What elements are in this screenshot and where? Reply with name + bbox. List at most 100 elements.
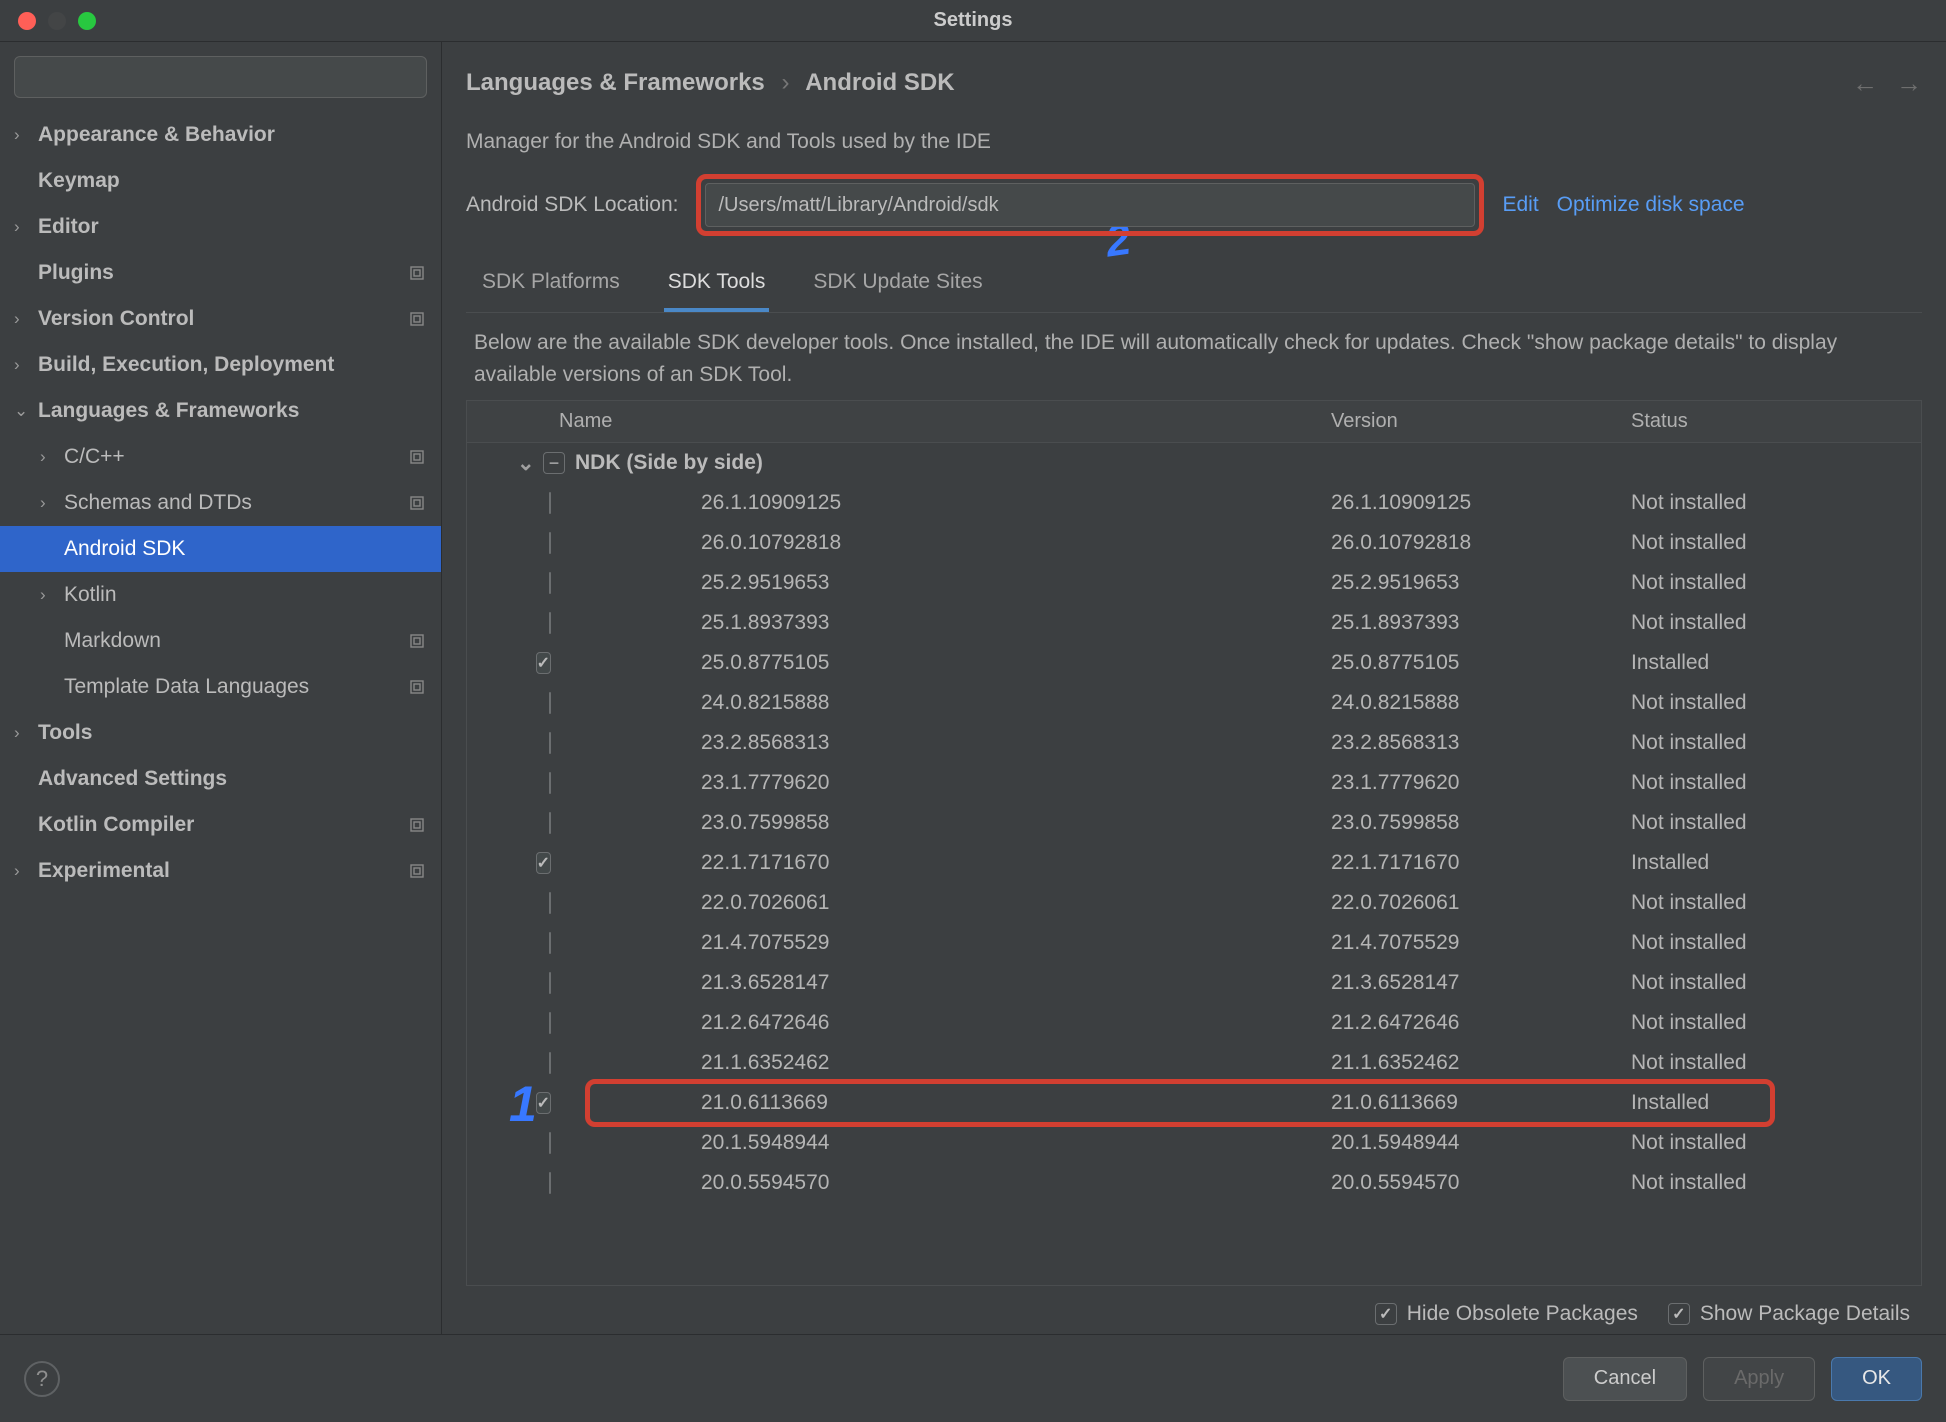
package-row[interactable]: 24.0.821588824.0.8215888Not installed <box>467 683 1921 723</box>
edit-link[interactable]: Edit <box>1502 193 1538 217</box>
sidebar-item-markdown[interactable]: Markdown <box>0 618 441 664</box>
package-row[interactable]: 23.2.856831323.2.8568313Not installed <box>467 723 1921 763</box>
package-version: 23.2.8568313 <box>1331 731 1631 755</box>
sidebar-item-android-sdk[interactable]: Android SDK <box>0 526 441 572</box>
chevron-right-icon: › <box>14 355 38 375</box>
sidebar-item-build-execution-deployment[interactable]: ›Build, Execution, Deployment <box>0 342 441 388</box>
sidebar-item-keymap[interactable]: Keymap <box>0 158 441 204</box>
hide-obsolete-checkbox[interactable]: Hide Obsolete Packages <box>1375 1302 1638 1326</box>
search-input[interactable] <box>14 56 427 98</box>
window-close-button[interactable] <box>18 12 36 30</box>
tab-sdk-update-sites[interactable]: SDK Update Sites <box>809 260 986 312</box>
sidebar-item-label: Editor <box>38 215 427 239</box>
sidebar-item-label: Advanced Settings <box>38 767 427 791</box>
sidebar-item-editor[interactable]: ›Editor <box>0 204 441 250</box>
package-group-label: NDK (Side by side) <box>575 451 763 475</box>
sidebar-item-appearance-behavior[interactable]: ›Appearance & Behavior <box>0 112 441 158</box>
package-name: 21.2.6472646 <box>551 1011 1331 1035</box>
chevron-right-icon: › <box>40 447 64 467</box>
sidebar-item-schemas-and-dtds[interactable]: ›Schemas and DTDs <box>0 480 441 526</box>
sidebar-item-template-data-languages[interactable]: Template Data Languages <box>0 664 441 710</box>
column-header-name[interactable]: Name <box>551 410 1331 433</box>
chevron-right-icon: › <box>14 309 38 329</box>
chevron-right-icon: › <box>14 217 38 237</box>
package-row[interactable]: 21.4.707552921.4.7075529Not installed <box>467 923 1921 963</box>
package-version: 23.0.7599858 <box>1331 811 1631 835</box>
nav-back-icon[interactable]: ← <box>1852 68 1878 99</box>
package-name: 24.0.8215888 <box>551 691 1331 715</box>
sidebar-item-label: Android SDK <box>64 537 427 561</box>
package-row[interactable]: 21.0.611366921.0.6113669Installed <box>467 1083 1921 1123</box>
package-row[interactable]: 25.1.893739325.1.8937393Not installed <box>467 603 1921 643</box>
nav-forward-icon[interactable]: → <box>1896 68 1922 99</box>
checkbox-icon <box>1375 1303 1397 1325</box>
sdk-location-label: Android SDK Location: <box>466 193 678 217</box>
sidebar-item-version-control[interactable]: ›Version Control <box>0 296 441 342</box>
package-version: 21.0.6113669 <box>1331 1091 1631 1115</box>
package-row[interactable]: 22.0.702606122.0.7026061Not installed <box>467 883 1921 923</box>
package-checkbox[interactable] <box>536 852 551 874</box>
sidebar-item-languages-frameworks[interactable]: ⌄Languages & Frameworks <box>0 388 441 434</box>
package-row[interactable]: 26.1.1090912526.1.10909125Not installed <box>467 483 1921 523</box>
package-version: 20.0.5594570 <box>1331 1171 1631 1195</box>
annotation-highlight-sdk-location <box>696 174 1484 236</box>
scope-icon <box>407 493 427 513</box>
package-version: 25.0.8775105 <box>1331 651 1631 675</box>
hide-obsolete-label: Hide Obsolete Packages <box>1407 1302 1638 1326</box>
package-row[interactable]: 20.1.594894420.1.5948944Not installed <box>467 1123 1921 1163</box>
package-row[interactable]: 26.0.1079281826.0.10792818Not installed <box>467 523 1921 563</box>
package-row[interactable]: 23.0.759985823.0.7599858Not installed <box>467 803 1921 843</box>
apply-button[interactable]: Apply <box>1703 1357 1815 1401</box>
package-row[interactable]: 23.1.777962023.1.7779620Not installed <box>467 763 1921 803</box>
sidebar-item-label: Plugins <box>38 261 407 285</box>
package-status: Not installed <box>1631 571 1921 595</box>
page-description: Manager for the Android SDK and Tools us… <box>466 130 1922 154</box>
package-version: 25.2.9519653 <box>1331 571 1631 595</box>
sidebar-item-c-c-[interactable]: ›C/C++ <box>0 434 441 480</box>
cancel-button[interactable]: Cancel <box>1563 1357 1687 1401</box>
sidebar-item-experimental[interactable]: ›Experimental <box>0 848 441 894</box>
breadcrumb-parent: Languages & Frameworks <box>466 69 765 96</box>
package-row[interactable]: 20.0.559457020.0.5594570Not installed <box>467 1163 1921 1203</box>
column-header-status[interactable]: Status <box>1631 410 1921 433</box>
sdk-location-input[interactable] <box>705 183 1475 227</box>
package-name: 22.0.7026061 <box>551 891 1331 915</box>
show-package-details-checkbox[interactable]: Show Package Details <box>1668 1302 1910 1326</box>
sidebar-item-kotlin[interactable]: ›Kotlin <box>0 572 441 618</box>
package-version: 21.3.6528147 <box>1331 971 1631 995</box>
window-minimize-button[interactable] <box>48 12 66 30</box>
package-checkbox[interactable] <box>536 652 551 674</box>
package-row[interactable]: 25.2.951965325.2.9519653Not installed <box>467 563 1921 603</box>
help-button[interactable]: ? <box>24 1361 60 1397</box>
titlebar: Settings <box>0 0 1946 42</box>
sidebar-item-kotlin-compiler[interactable]: Kotlin Compiler <box>0 802 441 848</box>
package-name: 20.1.5948944 <box>551 1131 1331 1155</box>
window-maximize-button[interactable] <box>78 12 96 30</box>
package-row[interactable]: 25.0.877510525.0.8775105Installed <box>467 643 1921 683</box>
chevron-right-icon: › <box>771 69 799 96</box>
package-version: 25.1.8937393 <box>1331 611 1631 635</box>
indeterminate-checkbox-icon[interactable]: − <box>543 452 565 474</box>
ok-button[interactable]: OK <box>1831 1357 1922 1401</box>
package-status: Not installed <box>1631 531 1921 555</box>
package-row[interactable]: 21.1.635246221.1.6352462Not installed <box>467 1043 1921 1083</box>
column-header-version[interactable]: Version <box>1331 410 1631 433</box>
package-row[interactable]: 22.1.717167022.1.7171670Installed <box>467 843 1921 883</box>
tab-sdk-tools[interactable]: SDK Tools <box>664 260 770 312</box>
sidebar-item-plugins[interactable]: Plugins <box>0 250 441 296</box>
package-row[interactable]: 21.2.647264621.2.6472646Not installed <box>467 1003 1921 1043</box>
tab-sdk-platforms[interactable]: SDK Platforms <box>478 260 624 312</box>
package-version: 26.1.10909125 <box>1331 491 1631 515</box>
package-group-row[interactable]: ⌄ − NDK (Side by side) <box>467 443 1921 483</box>
package-checkbox[interactable] <box>536 1092 551 1114</box>
optimize-disk-link[interactable]: Optimize disk space <box>1557 193 1745 217</box>
package-name: 21.4.7075529 <box>551 931 1331 955</box>
sidebar-item-tools[interactable]: ›Tools <box>0 710 441 756</box>
package-name: 20.0.5594570 <box>551 1171 1331 1195</box>
breadcrumb: Languages & Frameworks › Android SDK <box>466 69 955 97</box>
sidebar-item-advanced-settings[interactable]: Advanced Settings <box>0 756 441 802</box>
settings-sidebar: ›Appearance & BehaviorKeymap›EditorPlugi… <box>0 42 442 1334</box>
package-row[interactable]: 21.3.652814721.3.6528147Not installed <box>467 963 1921 1003</box>
package-status: Not installed <box>1631 811 1921 835</box>
sidebar-item-label: Version Control <box>38 307 407 331</box>
